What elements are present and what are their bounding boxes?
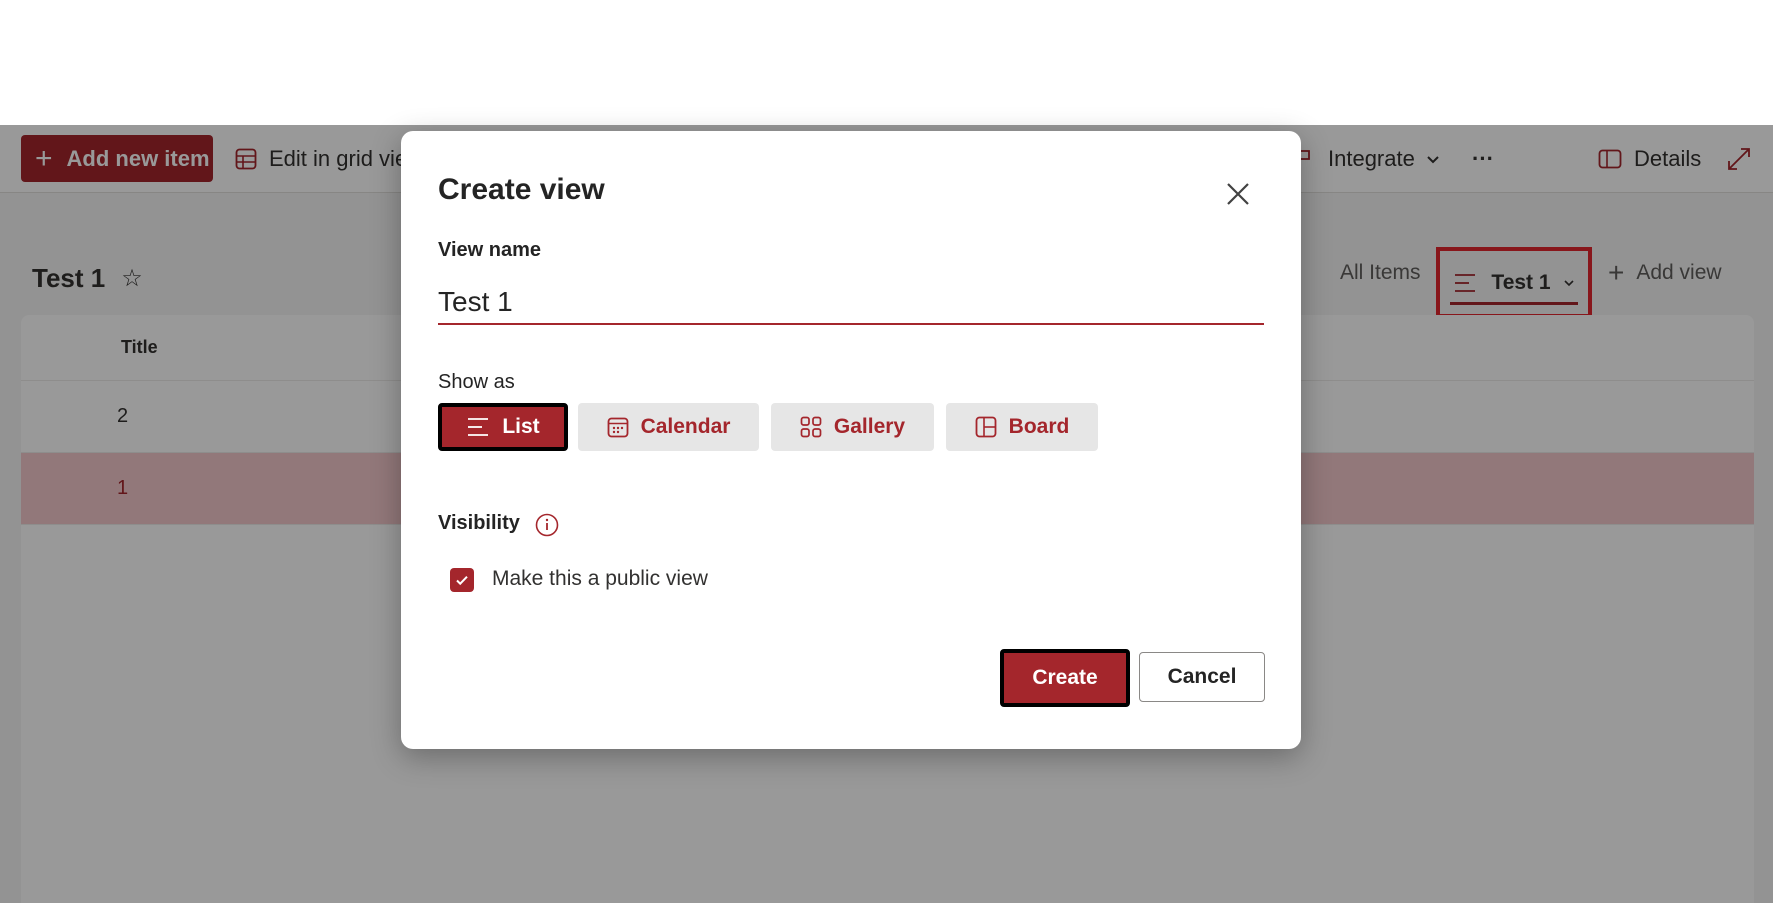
info-icon[interactable] — [535, 513, 559, 537]
view-name-label: View name — [438, 239, 542, 261]
top-blank-area — [0, 0, 1773, 125]
show-as-calendar-option[interactable]: Calendar — [578, 403, 759, 451]
dialog-title: Create view — [438, 173, 605, 206]
create-view-dialog: Create view View name Show as List Calen… — [401, 131, 1301, 749]
cancel-button[interactable]: Cancel — [1139, 652, 1265, 702]
close-button[interactable] — [1223, 179, 1253, 209]
show-as-list-option[interactable]: List — [438, 403, 568, 451]
board-icon — [975, 416, 997, 438]
list-icon — [468, 418, 489, 436]
close-icon — [1227, 183, 1249, 205]
show-as-board-option[interactable]: Board — [946, 403, 1098, 451]
show-as-label: Show as — [438, 371, 515, 393]
public-view-checkbox[interactable] — [450, 568, 474, 592]
show-as-gallery-option[interactable]: Gallery — [771, 403, 934, 451]
gallery-icon — [800, 416, 822, 438]
calendar-icon — [607, 417, 628, 438]
checkmark-icon — [456, 576, 468, 586]
view-name-input[interactable] — [438, 281, 1264, 325]
create-button[interactable]: Create — [1000, 649, 1130, 707]
public-view-label: Make this a public view — [492, 567, 708, 590]
visibility-label: Visibility — [438, 512, 520, 534]
